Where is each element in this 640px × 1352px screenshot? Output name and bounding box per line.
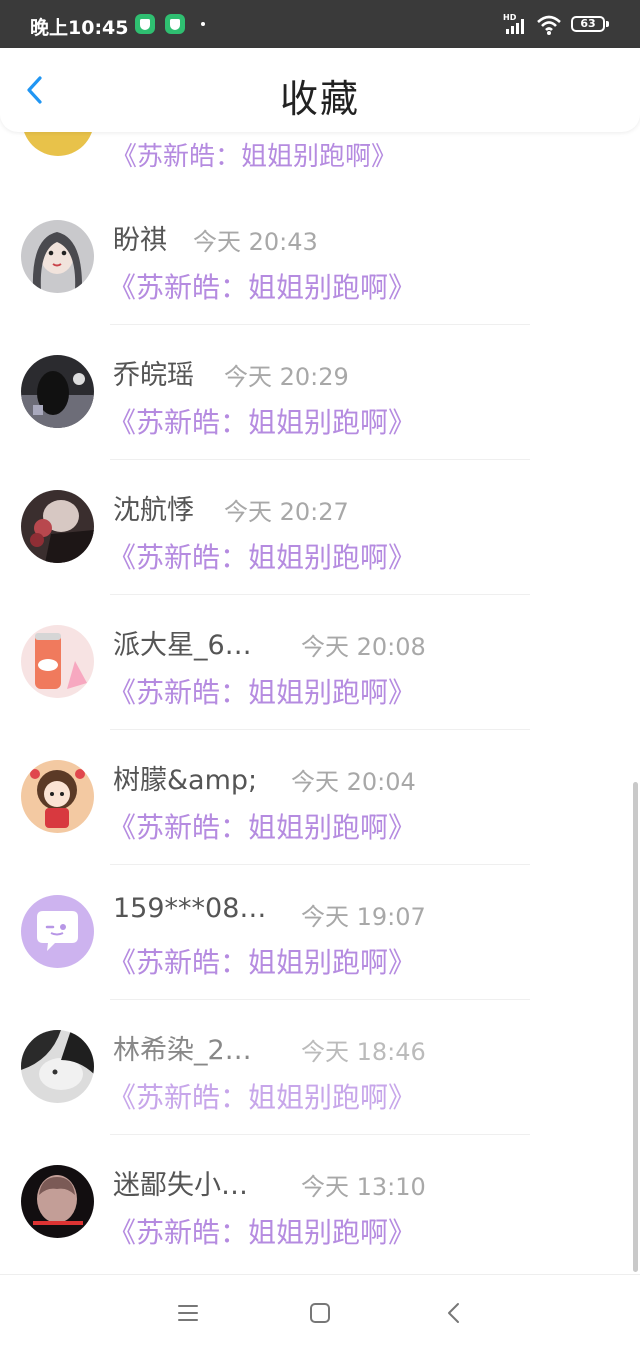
timestamp: 今天 19:07 — [301, 903, 426, 931]
page-title: 收藏 — [279, 77, 360, 121]
shield-icon — [135, 14, 155, 34]
user-name: 乔皖瑶 — [113, 360, 194, 391]
timestamp: 今天 20:43 — [193, 228, 318, 256]
avatar — [22, 132, 94, 156]
scrollbar[interactable] — [633, 782, 638, 1272]
user-name: 派大星_6… — [113, 630, 252, 661]
battery-icon: 63 — [571, 16, 605, 32]
home-square-icon[interactable] — [306, 1299, 334, 1327]
user-name: 沈航悸 — [113, 495, 194, 526]
timestamp: 今天 18:46 — [301, 1038, 426, 1066]
item-title: 《苏新皓：姐姐别跑啊》 — [108, 1081, 417, 1114]
chat-bubble-icon — [21, 895, 94, 968]
favorites-list[interactable]: 《苏新皓：姐姐别跑啊》 盼祺 今天 20:43 《苏新皓：姐姐别跑啊》 乔皖瑶 … — [0, 132, 640, 1274]
item-title: 《苏新皓：姐姐别跑啊》 — [108, 946, 417, 979]
menu-icon[interactable] — [174, 1299, 202, 1327]
item-title: 《苏新皓：姐姐别跑啊》 — [108, 271, 417, 304]
wifi-icon — [537, 15, 561, 35]
avatar — [21, 220, 94, 293]
list-item[interactable]: 159***08… 今天 19:07 《苏新皓：姐姐别跑啊》 — [0, 865, 640, 1000]
item-title: 《苏新皓：姐姐别跑啊》 — [108, 406, 417, 439]
avatar — [21, 1165, 94, 1238]
timestamp: 今天 20:08 — [301, 633, 426, 661]
list-item[interactable]: 迷鄙失小… 今天 13:10 《苏新皓：姐姐别跑啊》 — [0, 1135, 640, 1270]
status-bar: 晚上10:45 HD 63 — [0, 0, 640, 48]
list-item[interactable]: 沈航悸 今天 20:27 《苏新皓：姐姐别跑啊》 — [0, 460, 640, 595]
signal-icon: HD — [503, 13, 524, 34]
list-item[interactable]: 盼祺 今天 20:43 《苏新皓：姐姐别跑啊》 — [0, 190, 640, 325]
notification-dot-icon — [201, 22, 205, 26]
avatar — [21, 490, 94, 563]
avatar — [21, 1030, 94, 1103]
battery-tip — [606, 21, 609, 27]
timestamp: 今天 20:27 — [224, 498, 349, 526]
system-nav-bar — [0, 1274, 640, 1352]
user-name: 树朦&amp; — [113, 765, 258, 796]
timestamp: 今天 20:29 — [224, 363, 349, 391]
user-name: 林希染_2… — [113, 1035, 252, 1066]
item-title: 《苏新皓：姐姐别跑啊》 — [108, 811, 417, 844]
list-item[interactable]: 《苏新皓：姐姐别跑啊》 — [0, 132, 640, 192]
list-item[interactable]: 派大星_6… 今天 20:08 《苏新皓：姐姐别跑啊》 — [0, 595, 640, 730]
status-time: 晚上10:45 — [30, 17, 129, 39]
avatar — [21, 355, 94, 428]
list-item[interactable]: 乔皖瑶 今天 20:29 《苏新皓：姐姐别跑啊》 — [0, 325, 640, 460]
timestamp: 今天 20:04 — [291, 768, 416, 796]
timestamp: 今天 13:10 — [301, 1173, 426, 1201]
item-title: 《苏新皓：姐姐别跑啊》 — [108, 1216, 417, 1249]
list-item[interactable]: 林希染_2… 今天 18:46 《苏新皓：姐姐别跑啊》 — [0, 1000, 640, 1135]
avatar — [21, 760, 94, 833]
svg-text:HD: HD — [503, 13, 517, 22]
avatar — [21, 625, 94, 698]
user-name: 迷鄙失小… — [113, 1170, 248, 1201]
item-title: 《苏新皓：姐姐别跑啊》 — [108, 541, 417, 574]
shield-icon — [165, 14, 185, 34]
header: 收藏 — [0, 48, 640, 132]
user-name: 159***08… — [113, 893, 267, 924]
item-title: 《苏新皓：姐姐别跑啊》 — [108, 676, 417, 709]
back-triangle-icon[interactable] — [440, 1299, 468, 1327]
user-name: 盼祺 — [113, 225, 167, 256]
item-title: 《苏新皓：姐姐别跑啊》 — [111, 142, 398, 172]
list-item[interactable]: 树朦&amp; 今天 20:04 《苏新皓：姐姐别跑啊》 — [0, 730, 640, 865]
